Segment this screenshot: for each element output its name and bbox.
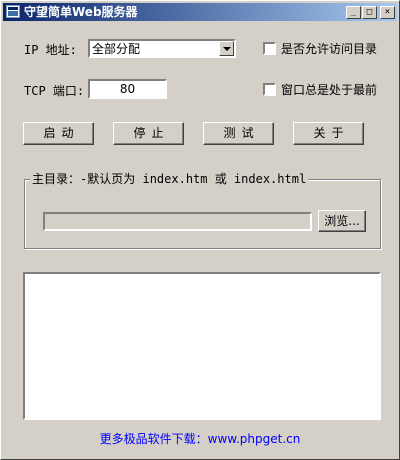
- browse-button[interactable]: 浏览...: [318, 210, 366, 232]
- allow-dir-label: 是否允许访问目录: [281, 42, 378, 56]
- ip-label: IP 地址:: [24, 43, 77, 57]
- root-dir-hint: -默认页为 index.htm 或 index.html: [80, 172, 307, 186]
- test-button[interactable]: 测试: [203, 122, 274, 145]
- log-area[interactable]: [23, 272, 381, 420]
- minimize-button[interactable]: _: [346, 6, 361, 19]
- footer-link-text[interactable]: 更多极品软件下载：www.phpget.cn: [100, 432, 301, 446]
- chevron-down-icon[interactable]: [219, 41, 234, 56]
- ip-select[interactable]: 全部分配: [88, 39, 236, 58]
- tcp-port-input[interactable]: 80: [88, 79, 167, 99]
- close-button[interactable]: ×: [380, 6, 395, 19]
- root-dir-title: 主目录：-默认页为 index.htm 或 index.html: [30, 171, 309, 187]
- footer-link[interactable]: 更多极品软件下载：www.phpget.cn: [0, 430, 400, 447]
- root-dir-path-field[interactable]: [43, 212, 312, 231]
- ip-select-value: 全部分配: [92, 42, 141, 56]
- start-button[interactable]: 启动: [23, 122, 94, 145]
- allow-dir-checkbox[interactable]: [263, 42, 276, 55]
- window-title: 守望简单Web服务器: [24, 5, 138, 19]
- app-icon: [6, 5, 20, 18]
- tcp-port-label: TCP 端口:: [24, 84, 85, 98]
- maximize-button[interactable]: □: [362, 6, 377, 19]
- root-dir-label: 主目录：: [32, 172, 81, 186]
- title-bar[interactable]: 守望简单Web服务器 _ □ ×: [3, 3, 397, 21]
- about-button[interactable]: 关于: [293, 122, 364, 145]
- always-top-checkbox[interactable]: [263, 83, 276, 96]
- stop-button[interactable]: 停止: [113, 122, 184, 145]
- always-top-label: 窗口总是处于最前: [281, 83, 378, 97]
